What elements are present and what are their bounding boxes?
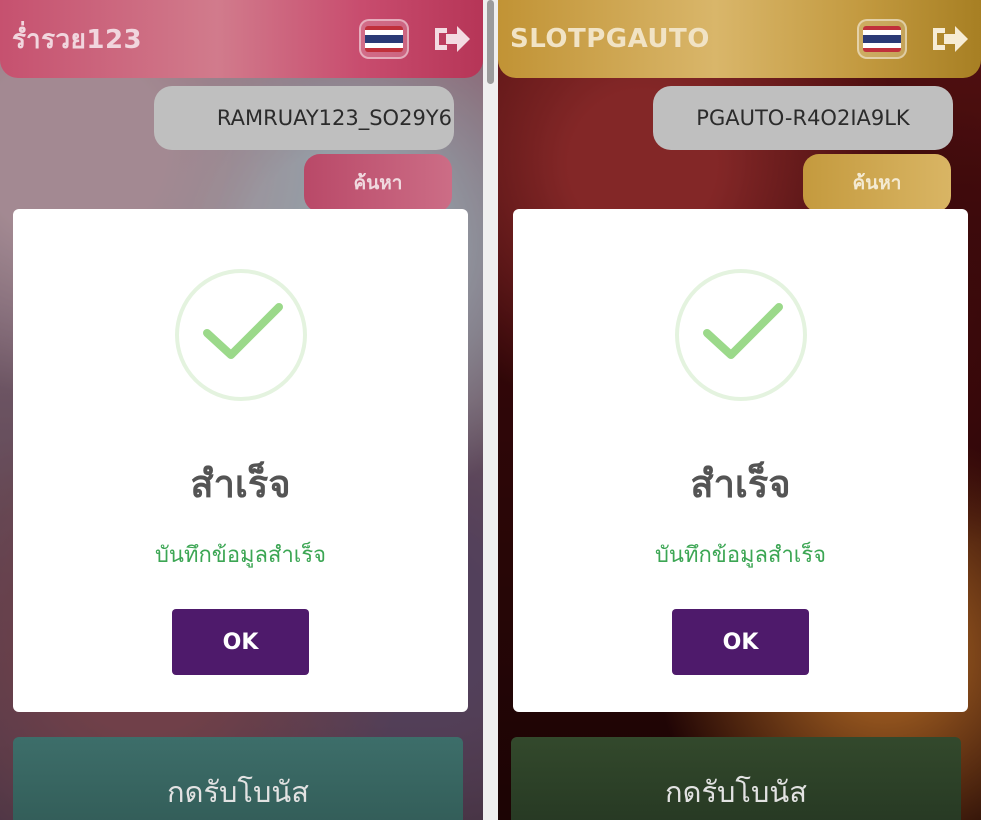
success-dialog: สำเร็จ บันทึกข้อมูลสำเร็จ OK xyxy=(13,209,468,712)
scrollbar-thumb[interactable] xyxy=(487,0,494,84)
ok-button[interactable]: OK xyxy=(172,609,309,675)
success-dialog: สำเร็จ บันทึกข้อมูลสำเร็จ OK xyxy=(513,209,968,712)
bonus-card[interactable]: กดรับโบนัส xyxy=(511,737,961,820)
brand-logo: SLOTPGAUTO xyxy=(510,24,710,54)
user-id-field[interactable]: PGAUTO-R4O2IA9LK xyxy=(653,86,953,150)
thai-flag-icon xyxy=(365,26,403,52)
search-button[interactable]: ค้นหา xyxy=(803,154,951,212)
success-ring xyxy=(675,269,807,401)
panel-right: SLOTPGAUTO PGAUTO-R4O2IA9LK ค้นหา กดรับโ… xyxy=(498,0,981,820)
panel-left: ร่ำรวย123 RAMRUAY123_SO29Y6 ค้นหา กดรับโ… xyxy=(0,0,483,820)
dialog-title: สำเร็จ xyxy=(690,462,791,506)
check-icon xyxy=(203,303,283,359)
dialog-message: บันทึกข้อมูลสำเร็จ xyxy=(154,543,327,568)
top-bar-tools xyxy=(359,19,471,59)
logout-icon[interactable] xyxy=(431,22,471,56)
success-ring xyxy=(175,269,307,401)
language-button[interactable] xyxy=(857,19,907,59)
top-bar: ร่ำรวย123 xyxy=(0,0,483,78)
dialog-message: บันทึกข้อมูลสำเร็จ xyxy=(654,543,827,568)
check-icon xyxy=(703,303,783,359)
dialog-title: สำเร็จ xyxy=(190,462,291,506)
top-bar: SLOTPGAUTO xyxy=(498,0,981,78)
bonus-label: กดรับโบนัส xyxy=(665,775,807,809)
ok-button[interactable]: OK xyxy=(672,609,809,675)
screen: ร่ำรวย123 RAMRUAY123_SO29Y6 ค้นหา กดรับโ… xyxy=(0,0,981,820)
thai-flag-icon xyxy=(863,26,901,52)
window-divider xyxy=(483,0,498,820)
top-bar-tools xyxy=(857,19,969,59)
bonus-label: กดรับโบนัส xyxy=(167,775,309,809)
search-button[interactable]: ค้นหา xyxy=(304,154,452,212)
bonus-card[interactable]: กดรับโบนัส xyxy=(13,737,463,820)
language-button[interactable] xyxy=(359,19,409,59)
user-id-field[interactable]: RAMRUAY123_SO29Y6 xyxy=(154,86,454,150)
logout-icon[interactable] xyxy=(929,22,969,56)
brand-logo: ร่ำรวย123 xyxy=(12,24,143,55)
